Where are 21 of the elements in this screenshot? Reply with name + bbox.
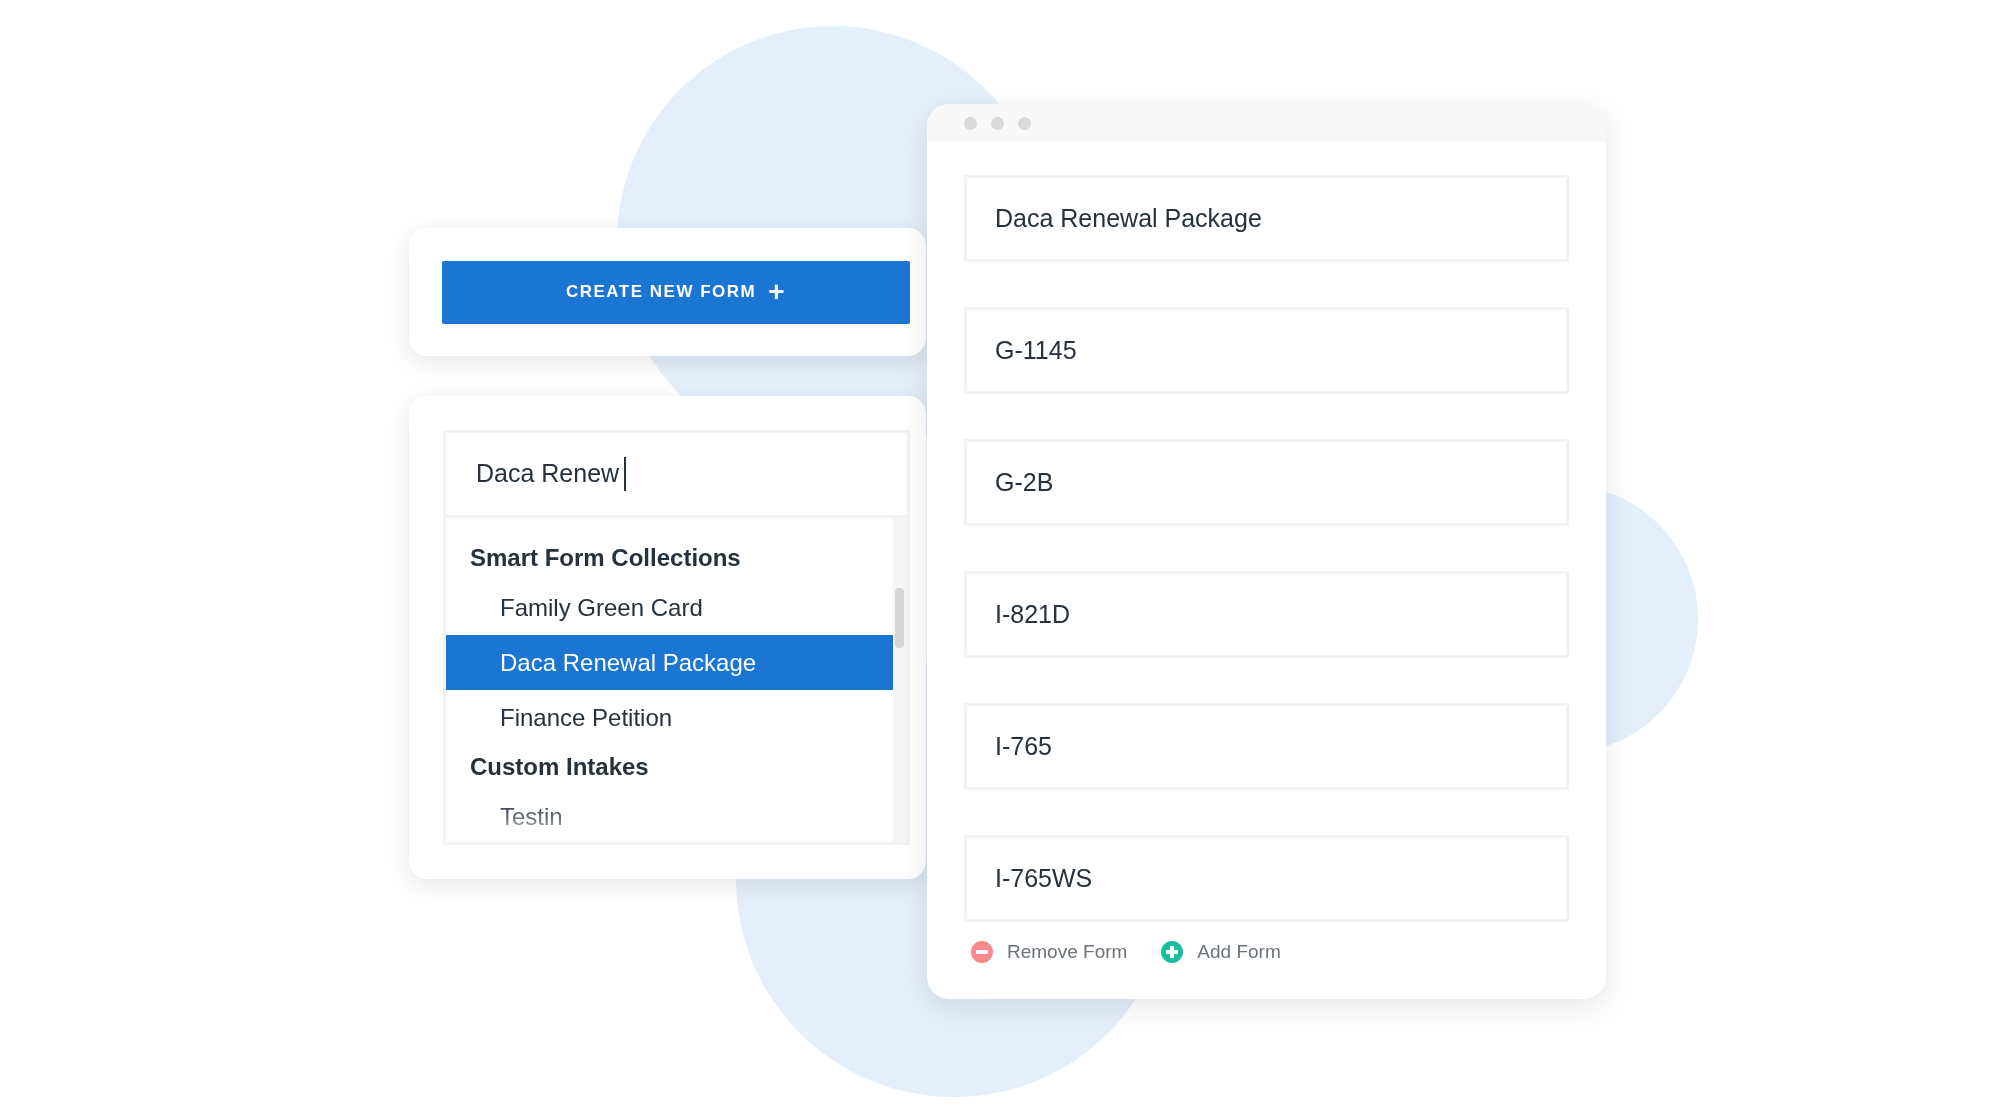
form-field[interactable]: G-1145 [964,307,1569,394]
text-cursor [624,457,627,491]
add-form-button[interactable]: Add Form [1161,938,1281,967]
result-item[interactable]: Family Green Card [446,580,893,635]
plus-circle-icon [1161,941,1184,964]
minus-circle-icon [971,941,993,964]
group-heading: Custom Intakes [469,752,650,782]
remove-form-button[interactable]: Remove Form [971,938,1128,967]
search-field[interactable]: Daca Renew [446,433,907,518]
search-value: Daca Renew [476,458,620,490]
form-field[interactable]: I-765 [964,703,1569,790]
result-item[interactable]: Finance Petition [446,690,893,745]
scrollbar-thumb[interactable] [895,588,904,648]
form-field[interactable]: I-765WS [964,835,1569,922]
result-item[interactable]: Daca Renewal Package [446,635,893,690]
group-heading: Smart Form Collections [469,543,742,573]
form-field[interactable]: Daca Renewal Package [964,175,1569,262]
create-form-button[interactable]: CREATE NEW FORM + [442,260,910,324]
result-item[interactable]: Testin [446,789,893,842]
form-field[interactable]: I-821D [964,571,1569,658]
form-field[interactable]: G-2B [964,439,1569,526]
